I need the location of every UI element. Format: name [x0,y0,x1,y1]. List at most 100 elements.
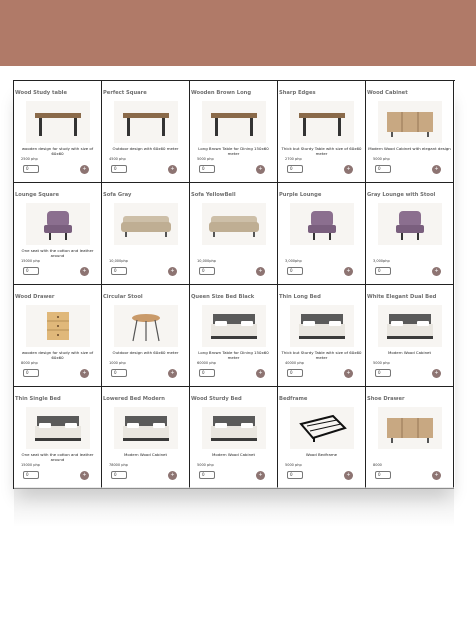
product-title: Gray Lounge with Stool [367,192,436,198]
add-to-cart-button[interactable]: + [256,471,265,480]
product-card: Wood Drawer wooden design for study with… [14,285,102,387]
quantity-input[interactable]: 0 [287,471,303,479]
product-description: Long Brown Table for Dining 150x60 meter [198,146,269,156]
product-title: Bedframe [279,396,308,402]
product-price: 3,000php [285,259,302,263]
product-price: 5000 php [373,361,390,365]
quantity-input[interactable]: 0 [23,471,39,479]
add-to-cart-button[interactable]: + [344,471,353,480]
add-to-cart-button[interactable]: + [432,165,441,174]
quantity-input[interactable]: 0 [287,267,303,275]
add-to-cart-button[interactable]: + [80,165,89,174]
quantity-input[interactable]: 0 [111,369,127,377]
product-description: Outdoor design with 60x60 meter [112,146,179,151]
product-image [26,407,90,449]
product-title: Sofa Gray [103,192,132,198]
add-to-cart-button[interactable]: + [168,267,177,276]
product-image [114,407,178,449]
product-card: Shoe Drawer 8000 0 + [366,387,454,489]
quantity-input[interactable]: 0 [375,165,391,173]
quantity-input[interactable]: 0 [111,471,127,479]
add-to-cart-button[interactable]: + [344,369,353,378]
product-description: Thick but Sturdy Table with size of 60x6… [281,350,362,360]
product-card: Sofa YellowBell 10,000php 0 + [190,183,278,285]
bed-icon [211,416,257,441]
product-card: Bedframe Wood Bedframe 5000 php 0 + [278,387,366,489]
quantity-input[interactable]: 0 [375,471,391,479]
add-to-cart-button[interactable]: + [256,369,265,378]
add-to-cart-button[interactable]: + [80,369,89,378]
stool-icon [132,314,160,342]
quantity-input[interactable]: 0 [23,267,39,275]
chair-icon [308,211,336,240]
product-title: Shoe Drawer [367,396,405,402]
product-image [114,101,178,143]
sofa-icon [121,216,171,237]
quantity-input[interactable]: 0 [111,165,127,173]
product-description: One seat with the cotton and leather aro… [21,452,94,462]
quantity-input[interactable]: 0 [287,369,303,377]
product-card: Sofa Gray 10,000php 0 + [102,183,190,285]
add-to-cart-button[interactable]: + [256,165,265,174]
add-to-cart-button[interactable]: + [168,369,177,378]
quantity-input[interactable]: 0 [199,165,215,173]
quantity-input[interactable]: 0 [287,165,303,173]
bed-icon [299,314,345,339]
bed-icon [211,314,257,339]
add-to-cart-button[interactable]: + [432,369,441,378]
product-price: 5000 php [285,463,302,467]
product-description: Outdoor design with 60x60 meter [112,350,179,355]
product-image [378,305,442,347]
product-card: Queen Size Bed Black Long Brown Table fo… [190,285,278,387]
product-grid: Wood Study table wooden design for study… [13,80,455,489]
quantity-input[interactable]: 0 [111,267,127,275]
product-price: 40000 php [285,361,304,365]
product-title: Wood Cabinet [367,90,408,96]
add-to-cart-button[interactable]: + [432,267,441,276]
chair-icon [396,211,424,240]
quantity-input[interactable]: 0 [375,267,391,275]
quantity-input[interactable]: 0 [23,165,39,173]
product-price: 10,000php [109,259,128,263]
product-image [290,305,354,347]
product-image [26,101,90,143]
product-price: 4500 php [109,157,126,161]
table-icon [123,113,169,136]
product-title: Wood Drawer [15,294,55,300]
cabinet-icon [387,112,433,137]
add-to-cart-button[interactable]: + [80,471,89,480]
product-card: Purple Lounge 3,000php 0 + [278,183,366,285]
product-card: Thin Long Bed Thick but Sturdy Table wit… [278,285,366,387]
product-title: Thin Long Bed [279,294,321,300]
add-to-cart-button[interactable]: + [168,165,177,174]
add-to-cart-button[interactable]: + [344,267,353,276]
add-to-cart-button[interactable]: + [432,471,441,480]
product-image [202,203,266,245]
product-card: Lowered Bed Modern Modern Wood Cabinet 7… [102,387,190,489]
product-description: One seat with the cotton and leather aro… [21,248,94,258]
product-title: Sofa YellowBell [191,192,236,198]
quantity-input[interactable]: 0 [199,267,215,275]
product-title: Wood Sturdy Bed [191,396,242,402]
grid-shadow [14,487,454,527]
header-banner [0,0,476,66]
add-to-cart-button[interactable]: + [344,165,353,174]
product-price: 10,000php [197,259,216,263]
add-to-cart-button[interactable]: + [80,267,89,276]
bed-icon [35,416,81,441]
product-image [378,101,442,143]
product-price: 78000 php [109,463,128,467]
quantity-input[interactable]: 0 [375,369,391,377]
product-image [202,101,266,143]
product-card: Wood Study table wooden design for study… [14,81,102,183]
add-to-cart-button[interactable]: + [168,471,177,480]
quantity-input[interactable]: 0 [23,369,39,377]
add-to-cart-button[interactable]: + [256,267,265,276]
product-image [114,305,178,347]
quantity-input[interactable]: 0 [199,471,215,479]
product-image [114,203,178,245]
product-price: 1000 php [109,361,126,365]
product-price: 8000 [373,463,382,467]
product-description: Modern Wood Cabinet [212,452,255,457]
quantity-input[interactable]: 0 [199,369,215,377]
